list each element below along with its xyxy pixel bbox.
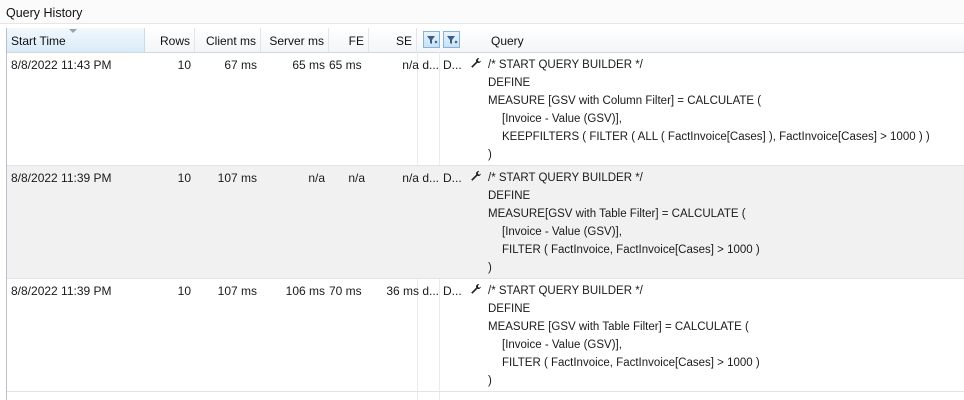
- cell-client-ms: 67 ms: [224, 58, 257, 72]
- query-line: KEEPFILTERS ( FILTER ( ALL ( FactInvoice…: [502, 131, 930, 143]
- table-row[interactable]: 8/8/2022 11:39 PM 10 107 ms 106 ms 70 ms…: [7, 279, 964, 392]
- cell-start-time: 8/8/2022 11:43 PM: [11, 58, 112, 72]
- query-line: /* START QUERY BUILDER */: [488, 172, 643, 184]
- filter-toggle-button-1[interactable]: [423, 31, 440, 48]
- cell-client-ms: 107 ms: [217, 171, 257, 185]
- filter-icon: [447, 36, 458, 44]
- cell-start-time: 8/8/2022 11:39 PM: [11, 171, 112, 185]
- cell-rows: 10: [177, 284, 191, 298]
- cell-db: D...: [443, 171, 462, 185]
- filter-toggle-button-2[interactable]: [443, 31, 460, 48]
- column-header-filters: [417, 28, 483, 52]
- column-header-rows[interactable]: Rows: [145, 28, 195, 52]
- column-header-server-ms[interactable]: Server ms: [261, 28, 329, 52]
- query-line: DEFINE: [488, 190, 531, 202]
- column-header-fe[interactable]: FE: [329, 28, 369, 52]
- query-line: [Invoice - Value (GSV)],: [502, 226, 622, 238]
- query-line: MEASURE [GSV with Table Filter] = CALCUL…: [488, 321, 749, 333]
- table-row[interactable]: 8/8/2022 11:43 PM 10 67 ms 65 ms 65 ms n…: [7, 53, 964, 166]
- query-line: /* START QUERY BUILDER */: [488, 59, 643, 71]
- column-header-start-time[interactable]: Start Time: [7, 28, 145, 52]
- query-line: [Invoice - Value (GSV)],: [502, 339, 622, 351]
- wrench-icon[interactable]: [470, 57, 482, 69]
- query-line: ): [488, 262, 492, 274]
- query-history-grid: Start Time Rows Client ms Server ms FE S…: [6, 28, 964, 400]
- sort-descending-icon: [69, 29, 77, 33]
- grid-header: Start Time Rows Client ms Server ms FE S…: [7, 28, 964, 53]
- panel-title: Query History: [0, 0, 964, 24]
- query-line: /* START QUERY BUILDER */: [488, 285, 643, 297]
- cell-db: D...: [443, 58, 462, 72]
- query-line: MEASURE [GSV with Column Filter] = CALCU…: [488, 95, 762, 107]
- cell-client-ms: 107 ms: [217, 284, 257, 298]
- query-line: DEFINE: [488, 303, 531, 315]
- column-header-client-ms[interactable]: Client ms: [195, 28, 261, 52]
- query-line: FILTER ( FactInvoice, FactInvoice[Cases]…: [502, 357, 760, 369]
- query-line: DEFINE: [488, 77, 531, 89]
- query-line: ): [488, 149, 492, 161]
- cell-se: n/a d...: [402, 171, 439, 185]
- cell-server-ms: 106 ms: [285, 284, 325, 298]
- table-row[interactable]: 8/8/2022 11:39 PM 10 107 ms n/a n/a n/a …: [7, 166, 964, 279]
- query-line: FILTER ( FactInvoice, FactInvoice[Cases]…: [502, 244, 760, 256]
- cell-server-ms: 65 ms: [292, 58, 325, 72]
- query-line: [Invoice - Value (GSV)],: [502, 113, 622, 125]
- cell-fe: n/a: [348, 171, 365, 185]
- filter-icon: [427, 36, 438, 44]
- cell-se: 36 ms d...: [386, 284, 439, 298]
- cell-se: n/a d...: [402, 58, 439, 72]
- column-header-se[interactable]: SE: [369, 28, 417, 52]
- cell-rows: 10: [177, 58, 191, 72]
- query-line: MEASURE[GSV with Table Filter] = CALCULA…: [488, 208, 746, 220]
- cell-fe: 65 ms: [329, 58, 362, 72]
- cell-start-time: 8/8/2022 11:39 PM: [11, 284, 112, 298]
- column-header-query[interactable]: Query: [483, 28, 964, 52]
- wrench-icon[interactable]: [470, 170, 482, 182]
- query-line: ): [488, 375, 492, 387]
- wrench-icon[interactable]: [470, 283, 482, 295]
- cell-rows: 10: [177, 171, 191, 185]
- cell-db: D...: [443, 284, 462, 298]
- cell-server-ms: n/a: [308, 171, 325, 185]
- cell-fe: 70 ms: [329, 284, 362, 298]
